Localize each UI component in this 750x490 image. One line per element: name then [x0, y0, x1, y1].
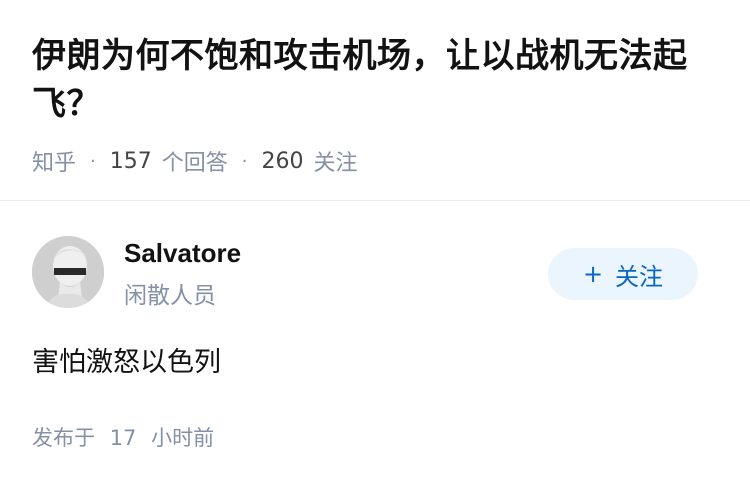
- author-row: Salvatore 闲散人员 + 关注: [32, 236, 718, 310]
- separator-dot: ·: [241, 150, 248, 172]
- answer-count: 157: [109, 148, 152, 174]
- question-title[interactable]: 伊朗为何不饱和攻击机场，让以战机无法起飞？: [32, 32, 722, 128]
- published-prefix: 发布于: [32, 426, 95, 450]
- follow-button[interactable]: + 关注: [548, 248, 698, 300]
- avatar[interactable]: [32, 236, 104, 308]
- answer-count-label: 个回答: [161, 151, 228, 176]
- author-name[interactable]: Salvatore: [124, 238, 241, 269]
- published-time: 发布于 17 小时前: [32, 422, 214, 452]
- follower-count-label: 关注: [313, 151, 358, 176]
- answer-page: 伊朗为何不饱和攻击机场，让以战机无法起飞？ 知乎 · 157 个回答 · 260…: [0, 0, 750, 490]
- separator-dot: ·: [90, 150, 96, 172]
- section-divider: [0, 200, 750, 201]
- published-number: 17: [109, 426, 137, 450]
- follower-count: 260: [261, 148, 304, 174]
- plus-icon: +: [582, 260, 604, 288]
- source-label[interactable]: 知乎: [32, 145, 76, 177]
- follow-button-label: 关注: [615, 262, 664, 291]
- answer-content[interactable]: 害怕激怒以色列: [32, 340, 221, 379]
- bust-statue-avatar-icon: [32, 236, 104, 308]
- published-suffix: 小时前: [151, 426, 215, 450]
- question-meta: 知乎 · 157 个回答 · 260 关注: [32, 144, 358, 178]
- author-bio: 闲散人员: [124, 283, 216, 309]
